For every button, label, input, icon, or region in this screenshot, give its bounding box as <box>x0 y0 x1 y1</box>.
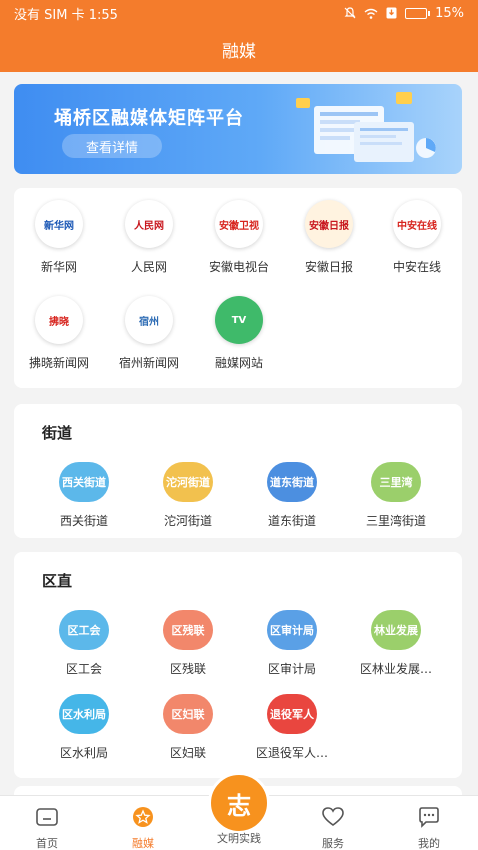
street-item-xiguan[interactable]: 西关街道 西关街道 <box>30 462 138 529</box>
district-item-disabled[interactable]: 区残联 区残联 <box>134 610 242 677</box>
mute-icon <box>344 7 356 19</box>
media-item-anhuinews[interactable]: 中安在线 中安在线 <box>372 200 462 275</box>
forestry-icon: 林业发展 <box>371 610 421 650</box>
suzhou-logo-icon: 宿州 <box>125 296 173 344</box>
media-label-ahdaily: 安徽日报 <box>304 260 353 274</box>
tv-website-icon: TV <box>215 296 263 344</box>
district-item-women[interactable]: 区妇联 区妇联 <box>134 694 242 761</box>
media-item-website[interactable]: TV 融媒网站 <box>194 296 284 371</box>
media-label-ahtv: 安徽电视台 <box>208 260 269 274</box>
ahtv-logo-text: 安徽卫视 <box>219 220 259 232</box>
district-label-forestry: 区林业发展… <box>359 662 432 676</box>
media-label-anhuinews: 中安在线 <box>392 260 441 274</box>
xinhua-logo-icon: 新华网 <box>35 200 83 248</box>
ahtv-logo-icon: 安徽卫视 <box>215 200 263 248</box>
union-icon: 区工会 <box>59 610 109 650</box>
media-grid-card: 新华网 新华网 人民网 人民网 安徽卫视 安徽电视台 安徽日报 安徽日报 中安在… <box>14 188 462 388</box>
district-label-veterans: 区退役军人… <box>255 746 328 760</box>
banner-title: 埇桥区融媒体矩阵平台 <box>54 108 244 129</box>
daodong-icon: 道东街道 <box>267 462 317 502</box>
media-item-fuxiao[interactable]: 拂晓 拂晓新闻网 <box>14 296 104 371</box>
media-item-suzhou[interactable]: 宿州 宿州新闻网 <box>104 296 194 371</box>
district-section-card: 区直 区工会 区工会 区残联 区残联 区审计局 区审计局 林业发展 区林业发展…… <box>14 552 462 778</box>
tab-practice-button[interactable]: 志 <box>208 772 270 834</box>
tab-service[interactable]: 服务 <box>298 806 368 850</box>
page-header: 融媒 <box>0 26 478 72</box>
page-title: 融媒 <box>222 41 256 62</box>
volunteer-icon: 志 <box>227 791 251 820</box>
home-icon <box>36 808 58 826</box>
media-label-website: 融媒网站 <box>214 356 263 370</box>
district-item-union[interactable]: 区工会 区工会 <box>30 610 138 677</box>
xiguan-icon: 西关街道 <box>59 462 109 502</box>
street-section-card: 街道 西关街道 西关街道 沱河街道 沱河街道 道东街道 道东街道 三里湾 三里湾… <box>14 404 462 538</box>
tab-home[interactable]: 首页 <box>12 806 82 850</box>
street-label-xiguan: 西关街道 <box>59 514 108 528</box>
tab-media[interactable]: 融媒 <box>108 806 178 850</box>
battery-icon <box>405 7 431 19</box>
district-item-water[interactable]: 区水利局 区水利局 <box>30 694 138 761</box>
download-icon <box>386 7 397 19</box>
tab-practice-label: 文明实践 <box>217 832 261 845</box>
district-label-audit: 区审计局 <box>267 662 316 676</box>
wifi-icon <box>364 8 378 19</box>
sanliwan-icon: 三里湾 <box>371 462 421 502</box>
tab-mine[interactable]: 我的 <box>394 806 464 850</box>
street-item-sanliwan[interactable]: 三里湾 三里湾街道 <box>342 462 450 529</box>
chat-bubble-icon <box>419 807 439 828</box>
district-label-disabled: 区残联 <box>169 662 206 676</box>
street-item-tuohe[interactable]: 沱河街道 沱河街道 <box>134 462 242 529</box>
street-label-daodong: 道东街道 <box>267 514 316 528</box>
street-label-tuohe: 沱河街道 <box>163 514 212 528</box>
anhuinews-logo-text: 中安在线 <box>397 220 437 232</box>
media-label-fuxiao: 拂晓新闻网 <box>28 356 89 370</box>
star-badge-icon <box>133 807 153 827</box>
people-logo-text: 人民网 <box>134 220 164 232</box>
banner-details-button[interactable]: 查看详情 <box>62 134 162 158</box>
battery-percent: 15% <box>435 5 464 21</box>
website-logo-text: TV <box>231 314 247 326</box>
documents-illustration-icon <box>296 92 436 162</box>
disabled-federation-icon: 区残联 <box>163 610 213 650</box>
tuohe-icon: 沱河街道 <box>163 462 213 502</box>
media-item-ahdaily[interactable]: 安徽日报 安徽日报 <box>284 200 374 275</box>
suzhou-logo-text: 宿州 <box>139 316 159 328</box>
district-item-forestry[interactable]: 林业发展 区林业发展… <box>342 610 450 677</box>
district-label-union: 区工会 <box>65 662 102 676</box>
carrier-time: 没有 SIM 卡 1:55 <box>14 7 118 23</box>
district-item-audit[interactable]: 区审计局 区审计局 <box>238 610 346 677</box>
district-item-veterans[interactable]: 退役军人 区退役军人… <box>238 694 346 761</box>
tab-home-label: 首页 <box>36 837 58 850</box>
media-item-ahtv[interactable]: 安徽卫视 安徽电视台 <box>194 200 284 275</box>
media-item-people[interactable]: 人民网 人民网 <box>104 200 194 275</box>
media-label-suzhou: 宿州新闻网 <box>118 356 179 370</box>
street-item-daodong[interactable]: 道东街道 道东街道 <box>238 462 346 529</box>
heart-icon <box>322 807 344 826</box>
media-item-xinhua[interactable]: 新华网 新华网 <box>14 200 104 275</box>
street-label-sanliwan: 三里湾街道 <box>365 514 426 528</box>
fuxiao-logo-text: 拂晓 <box>49 316 69 328</box>
district-section-title: 区直 <box>42 572 73 590</box>
fuxiao-logo-icon: 拂晓 <box>35 296 83 344</box>
tab-service-label: 服务 <box>322 837 344 850</box>
media-label-xinhua: 新华网 <box>40 260 77 274</box>
status-icons: 15% <box>344 6 464 21</box>
ahdaily-logo-icon: 安徽日报 <box>305 200 353 248</box>
people-logo-icon: 人民网 <box>125 200 173 248</box>
banner[interactable]: 埇桥区融媒体矩阵平台 查看详情 <box>14 84 462 174</box>
district-label-water: 区水利局 <box>59 746 108 760</box>
tab-media-label: 融媒 <box>132 837 154 850</box>
women-federation-icon: 区妇联 <box>163 694 213 734</box>
status-bar: 没有 SIM 卡 1:55 15% <box>0 0 478 26</box>
media-label-people: 人民网 <box>130 260 167 274</box>
tab-mine-label: 我的 <box>418 837 440 850</box>
audit-icon: 区审计局 <box>267 610 317 650</box>
district-label-women: 区妇联 <box>169 746 206 760</box>
xinhua-logo-text: 新华网 <box>44 220 74 232</box>
anhuinews-logo-icon: 中安在线 <box>393 200 441 248</box>
ahdaily-logo-text: 安徽日报 <box>309 220 349 232</box>
veterans-icon: 退役军人 <box>267 694 317 734</box>
water-icon: 区水利局 <box>59 694 109 734</box>
street-section-title: 街道 <box>42 424 73 442</box>
